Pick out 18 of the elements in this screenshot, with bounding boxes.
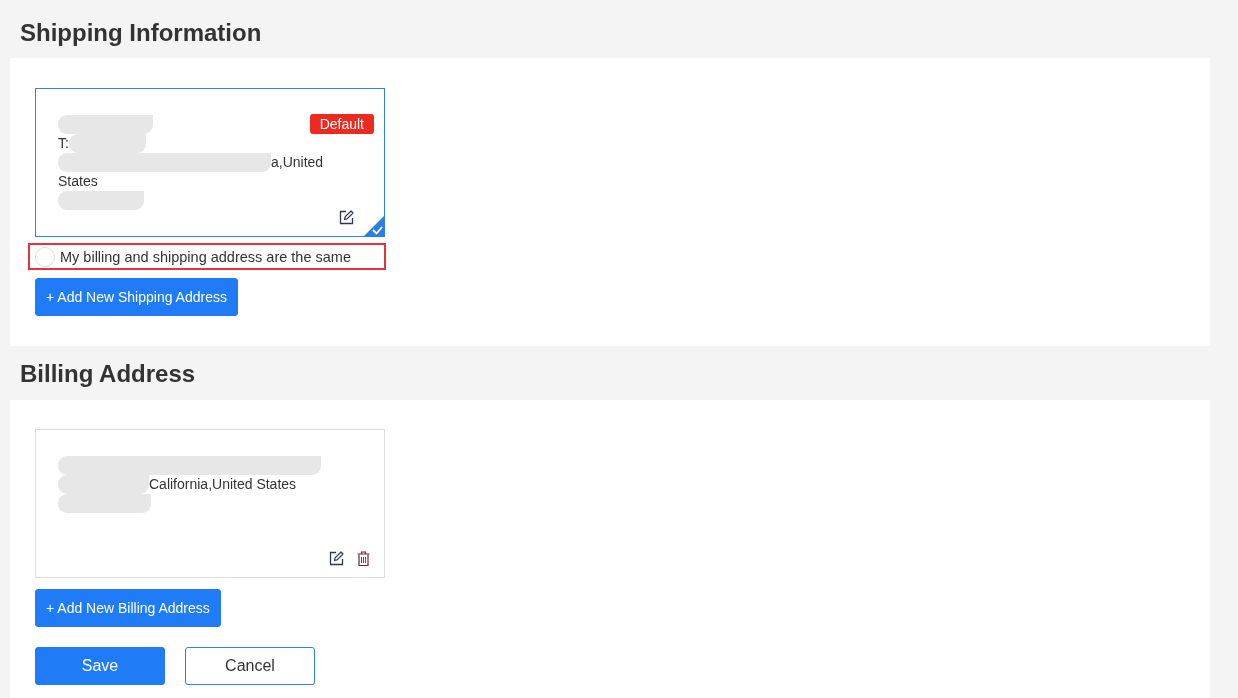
- checkbox[interactable]: [35, 246, 55, 267]
- edit-icon[interactable]: [329, 551, 344, 566]
- address-card[interactable]: California,United States: [35, 429, 385, 578]
- save-button[interactable]: Save: [35, 647, 165, 685]
- add-address-button[interactable]: + Add New Shipping Address: [35, 278, 238, 316]
- address-text: a,United: [271, 154, 324, 170]
- address-card[interactable]: T: a,United States Default: [35, 88, 385, 237]
- trash-icon[interactable]: [357, 551, 370, 566]
- address-text: T:: [58, 135, 69, 151]
- checkbox-label[interactable]: My billing and shipping address are the same: [60, 248, 351, 265]
- address-text: States: [58, 173, 98, 189]
- edit-icon[interactable]: [339, 210, 354, 225]
- section-title: Shipping Information: [19, 18, 263, 48]
- add-address-button[interactable]: + Add New Billing Address: [35, 589, 221, 627]
- default-badge: Default: [309, 114, 374, 134]
- cancel-button[interactable]: Cancel: [185, 647, 315, 685]
- section-title: Billing Address: [19, 359, 197, 389]
- address-text: California,United States: [149, 476, 297, 492]
